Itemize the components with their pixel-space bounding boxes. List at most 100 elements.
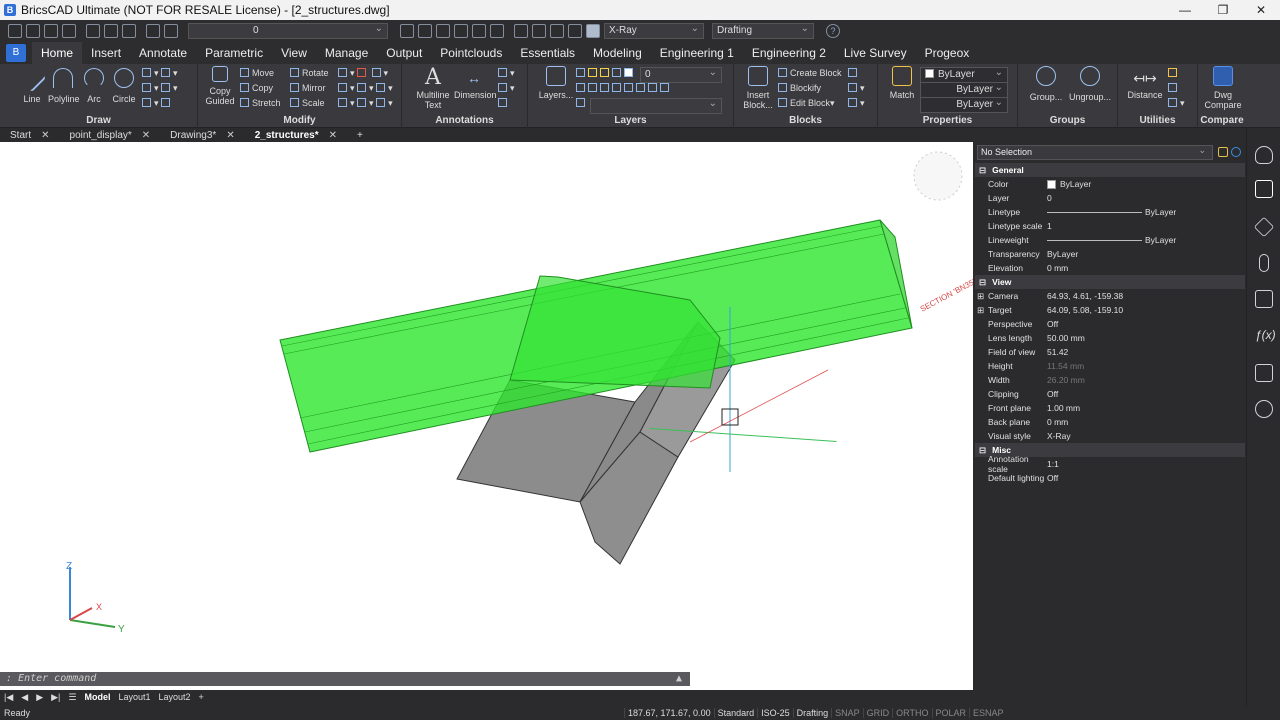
ribbon-tab-live-survey[interactable]: Live Survey — [835, 42, 916, 64]
property-value[interactable]: ByLayer — [1047, 207, 1245, 217]
property-row[interactable]: Width 26.20 mm — [975, 373, 1245, 387]
property-value[interactable]: ByLayer — [1047, 249, 1245, 259]
ribbon-tab-output[interactable]: Output — [377, 42, 431, 64]
create-block-button[interactable]: Create Block — [778, 68, 842, 78]
explode-tool[interactable]: ▾ ▾ ▾ — [338, 98, 393, 109]
view-cube[interactable] — [913, 151, 963, 201]
workspace-status[interactable]: Drafting — [792, 708, 832, 718]
tips-lightbulb-icon[interactable] — [1255, 146, 1273, 164]
new-tab-button[interactable]: + — [347, 130, 373, 141]
ribbon-tab-engineering-2[interactable]: Engineering 2 — [743, 42, 835, 64]
circle-button[interactable]: Circle — [110, 68, 138, 104]
property-row[interactable]: Linetype scale 1 — [975, 219, 1245, 233]
dimension-button[interactable]: ↔ Dimension — [454, 66, 497, 100]
dim-style-status[interactable]: ISO-25 — [757, 708, 793, 718]
status-toggle-esnap[interactable]: ESNAP — [969, 708, 1007, 718]
redo-icon[interactable] — [164, 24, 178, 38]
lineweight-dropdown[interactable]: ByLayer — [920, 96, 1008, 113]
layout-tab[interactable]: Layout2 — [154, 692, 194, 702]
prev-layout-icon[interactable]: ◀ — [17, 692, 32, 703]
block-attr-edit-tool[interactable]: ▾ — [848, 83, 865, 94]
block-attr-tool[interactable] — [848, 68, 860, 78]
first-layout-icon[interactable]: |◀ — [0, 692, 17, 703]
id-point-tool[interactable] — [1168, 68, 1180, 78]
parameters-fx-icon[interactable]: ƒ(x) — [1255, 328, 1276, 342]
rectangle-tool[interactable]: ▾ ▾ — [142, 68, 178, 79]
undo-icon[interactable] — [146, 24, 160, 38]
property-value[interactable]: Off — [1047, 319, 1245, 329]
ribbon-tab-annotate[interactable]: Annotate — [130, 42, 196, 64]
property-value[interactable]: X-Ray — [1047, 431, 1245, 441]
ribbon-tab-modeling[interactable]: Modeling — [584, 42, 651, 64]
arc-button[interactable]: Arc — [82, 68, 106, 104]
blockify-button[interactable]: Blockify — [778, 83, 821, 93]
collapse-icon[interactable]: ⊟ — [975, 165, 990, 176]
spline-tool[interactable]: ▾ ▾ — [142, 83, 178, 94]
close-tab-icon[interactable]: ✕ — [329, 130, 337, 141]
cloud-upload-icon[interactable] — [1255, 400, 1273, 418]
close-tab-icon[interactable]: ✕ — [41, 130, 49, 141]
property-value[interactable]: 64.93, 4.61, -159.38 — [1047, 291, 1245, 301]
layers-stack-icon[interactable] — [1253, 216, 1275, 238]
copy-guided-button[interactable]: Copy Guided — [202, 66, 238, 106]
property-row[interactable]: Linetype ByLayer — [975, 205, 1245, 219]
layer-isolate-icon[interactable] — [454, 24, 468, 38]
model-space[interactable]: SECTION 'BN35' Z Y X — [0, 142, 973, 690]
status-toggle-snap[interactable]: SNAP — [831, 708, 863, 718]
layer-match-icon[interactable] — [418, 24, 432, 38]
quick-select-filter-icon[interactable] — [1218, 147, 1228, 157]
property-value[interactable]: 1.00 mm — [1047, 403, 1245, 413]
bricscad-menu-icon[interactable]: B — [6, 44, 26, 62]
layer-row-tools[interactable] — [576, 83, 672, 93]
polyline-button[interactable]: Polyline — [48, 68, 80, 104]
ribbon-tab-progeox[interactable]: Progeox — [916, 42, 979, 64]
insert-block-button[interactable]: Insert Block... — [738, 66, 778, 110]
property-value[interactable]: 50.00 mm — [1047, 333, 1245, 343]
selection-dropdown[interactable]: No Selection — [977, 144, 1213, 160]
property-row[interactable]: Front plane 1.00 mm — [975, 401, 1245, 415]
block-manage-tool[interactable]: ▾ — [848, 98, 865, 109]
property-row[interactable]: Elevation 0 mm — [975, 261, 1245, 275]
save-as-icon[interactable] — [62, 24, 76, 38]
new-icon[interactable] — [8, 24, 22, 38]
rotate-button[interactable]: Rotate — [290, 68, 329, 78]
viewport-icon[interactable] — [514, 24, 528, 38]
workspace-dropdown[interactable]: Drafting — [712, 22, 814, 39]
property-row[interactable]: Annotation scale 1:1 — [975, 454, 1245, 474]
print-icon[interactable] — [86, 24, 100, 38]
close-tab-icon[interactable]: ✕ — [226, 130, 234, 141]
layout-icon[interactable] — [532, 24, 546, 38]
status-toggle-grid[interactable]: GRID — [862, 708, 893, 718]
multiline-text-button[interactable]: A Multiline Text — [414, 66, 452, 111]
property-row[interactable]: Visual style X-Ray — [975, 429, 1245, 443]
ribbon-tab-essentials[interactable]: Essentials — [511, 42, 584, 64]
distance-button[interactable]: ↤↦ Distance — [1126, 66, 1164, 100]
layout-list-icon[interactable]: ☰ — [64, 692, 80, 703]
move-button[interactable]: Move — [240, 68, 274, 78]
property-category-general[interactable]: ⊟ General — [975, 163, 1245, 177]
edit-block-button[interactable]: Edit Block▾ — [778, 98, 835, 109]
save-icon[interactable] — [44, 24, 58, 38]
stretch-button[interactable]: Stretch — [240, 98, 281, 108]
status-toggle-polar[interactable]: POLAR — [931, 708, 970, 718]
property-value[interactable]: 51.42 — [1047, 347, 1245, 357]
settings-icon[interactable] — [568, 24, 582, 38]
property-value[interactable]: 1 — [1047, 221, 1245, 231]
ribbon-tab-engineering-1[interactable]: Engineering 1 — [651, 42, 743, 64]
property-category-view[interactable]: ⊟ View — [975, 275, 1245, 289]
property-value[interactable]: ByLayer — [1047, 179, 1245, 189]
ungroup-button[interactable]: Ungroup... — [1068, 66, 1112, 102]
close-window-button[interactable]: ✕ — [1242, 0, 1280, 20]
array-tool[interactable]: ▾ ▾ — [338, 68, 388, 79]
minimize-button[interactable]: — — [1166, 0, 1204, 20]
view-cube-icon[interactable] — [913, 151, 963, 201]
property-value[interactable]: 64.09, 5.08, -159.10 — [1047, 305, 1245, 315]
next-layout-icon[interactable]: ▶ — [32, 692, 47, 703]
copy-button[interactable]: Copy — [240, 83, 273, 93]
command-input[interactable]: Enter command — [18, 673, 96, 684]
property-row[interactable]: Field of view 51.42 — [975, 345, 1245, 359]
property-value[interactable]: 1:1 — [1047, 459, 1245, 469]
property-value[interactable]: 11.54 mm — [1047, 361, 1245, 371]
layer-filter-dropdown[interactable] — [590, 97, 722, 114]
expand-icon[interactable]: ⊞ — [977, 305, 984, 316]
